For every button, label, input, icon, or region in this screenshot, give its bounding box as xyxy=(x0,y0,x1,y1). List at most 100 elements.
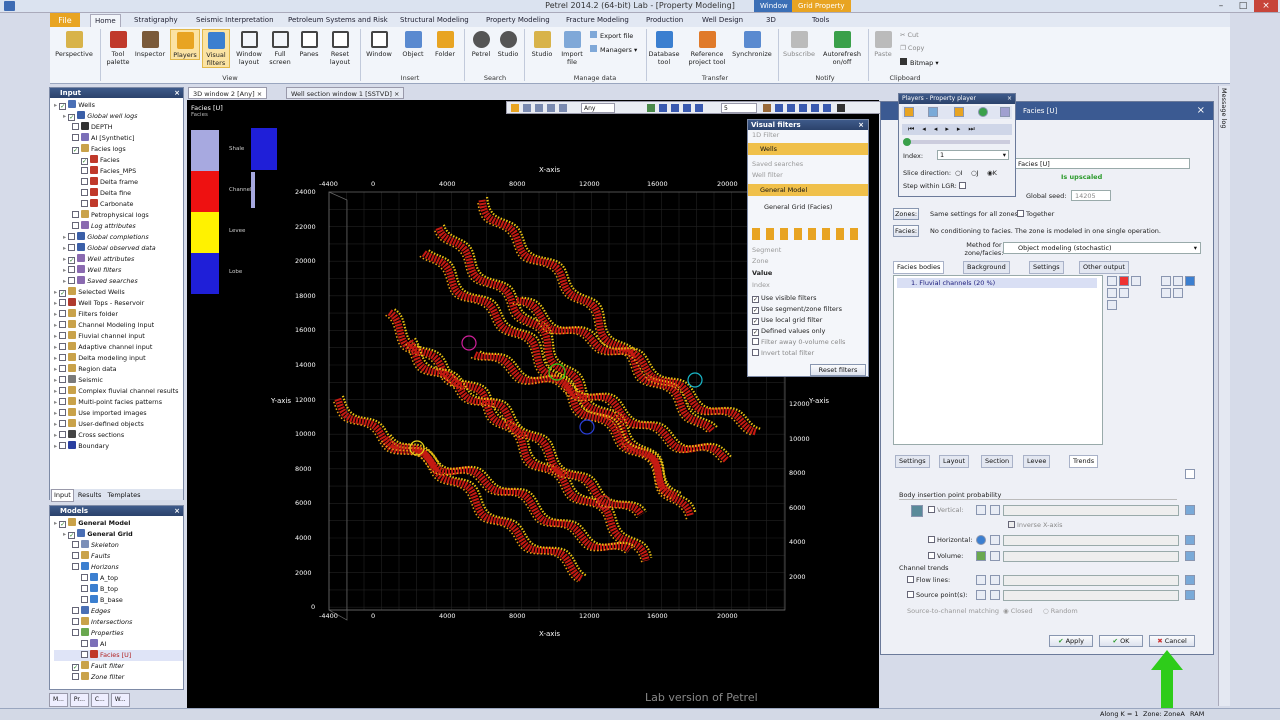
aspect-icon[interactable] xyxy=(683,104,691,112)
visibility-checkbox[interactable]: ✓ xyxy=(59,521,67,528)
visibility-checkbox[interactable] xyxy=(72,552,79,559)
visibility-checkbox[interactable] xyxy=(59,442,67,449)
tab-3d[interactable]: 3D xyxy=(766,14,776,27)
tree-item[interactable]: ▸ Multi-point facies patterns xyxy=(54,397,183,408)
arrow-icon[interactable] xyxy=(990,590,1000,600)
link-icon[interactable] xyxy=(1107,300,1117,310)
settings-icon[interactable] xyxy=(823,104,831,112)
tree-item[interactable]: B_base xyxy=(54,595,183,606)
tree-item[interactable]: ✓ Fault filter xyxy=(54,661,183,672)
screenshot-icon[interactable] xyxy=(837,104,845,112)
info-icon[interactable] xyxy=(1185,551,1195,561)
tree-item[interactable]: ▸ Region data xyxy=(54,364,183,375)
filter-dropdown[interactable]: Any xyxy=(581,103,615,113)
tree-item[interactable]: ▸ Global completions xyxy=(54,232,183,243)
tree-item[interactable]: Facies [U] xyxy=(54,650,183,661)
visibility-checkbox[interactable] xyxy=(59,299,67,306)
tree-item[interactable]: Zone filter xyxy=(54,672,183,683)
index-slider[interactable] xyxy=(903,138,1010,146)
visibility-checkbox[interactable] xyxy=(59,310,67,317)
visibility-checkbox[interactable] xyxy=(59,398,67,405)
zscale-input[interactable]: 5 xyxy=(721,103,757,113)
visibility-checkbox[interactable] xyxy=(72,673,79,680)
vertical-checkbox[interactable]: Vertical: xyxy=(928,506,964,514)
tab-stratigraphy[interactable]: Stratigraphy xyxy=(134,14,178,27)
settings-icon[interactable] xyxy=(1173,288,1183,298)
zoom-fit-icon[interactable] xyxy=(695,104,703,112)
tree-item[interactable]: ▸ Complex fluvial channel results xyxy=(54,386,183,397)
taskbar-item[interactable]: W... xyxy=(110,693,130,707)
help-icon[interactable] xyxy=(1185,276,1195,286)
property-select[interactable]: Facies [U] xyxy=(1015,158,1190,169)
checkbox[interactable] xyxy=(752,338,759,345)
tree-item[interactable]: Carbonate xyxy=(54,199,183,210)
cut-button[interactable]: ✂ Cut xyxy=(900,31,919,39)
filter-option-checkbox[interactable]: ✓ Use local grid filter xyxy=(752,316,822,325)
volume-mode-icon[interactable] xyxy=(976,551,986,561)
zones-button[interactable]: Zones: xyxy=(893,208,919,220)
visibility-checkbox[interactable] xyxy=(68,244,76,251)
global-seed-input[interactable]: 14205 xyxy=(1071,190,1111,201)
visibility-checkbox[interactable] xyxy=(72,123,79,130)
apply-button[interactable]: ✔ Apply xyxy=(1049,635,1093,647)
tree-item[interactable]: ▸ User-defined objects xyxy=(54,419,183,430)
reset-filters-button[interactable]: Reset filters xyxy=(810,364,866,376)
visibility-checkbox[interactable] xyxy=(59,354,67,361)
visibility-checkbox[interactable] xyxy=(72,134,79,141)
taskbar-item[interactable]: C... xyxy=(90,693,109,707)
tree-item[interactable]: ▸ ✓ Well attributes xyxy=(54,254,183,265)
visibility-checkbox[interactable] xyxy=(59,431,67,438)
context-tab-grid-property[interactable]: Grid Property xyxy=(792,0,851,12)
visibility-checkbox[interactable] xyxy=(72,629,79,636)
reset-layout-button[interactable]: Reset layout xyxy=(324,29,356,66)
visibility-checkbox[interactable]: ✓ xyxy=(68,532,76,539)
visibility-checkbox[interactable] xyxy=(59,420,67,427)
x-icon[interactable] xyxy=(1173,276,1183,286)
camera-icon[interactable] xyxy=(787,104,795,112)
visibility-checkbox[interactable]: ✓ xyxy=(81,158,88,165)
visual-filters-button[interactable]: Visual filters xyxy=(202,29,230,68)
volume-input[interactable] xyxy=(1003,551,1179,562)
random-radio[interactable]: ○ Random xyxy=(1043,607,1078,615)
tab-property-modeling[interactable]: Property Modeling xyxy=(486,14,550,27)
tab-well-section-window[interactable]: Well section window 1 [SSTVD] × xyxy=(286,87,405,99)
managers-button[interactable]: Managers ▾ xyxy=(590,45,637,54)
close-icon[interactable]: × xyxy=(257,90,262,98)
flow-lines-input[interactable] xyxy=(1003,575,1179,586)
filter-option-checkbox[interactable]: Invert total filter xyxy=(752,349,814,357)
tab-home[interactable]: Home xyxy=(90,14,121,27)
view-icon[interactable] xyxy=(535,104,543,112)
visibility-checkbox[interactable] xyxy=(81,200,88,207)
tree-item[interactable]: ▸ Boundary xyxy=(54,441,183,452)
tab-petroleum-systems[interactable]: Petroleum Systems and Risk xyxy=(288,14,388,27)
visibility-checkbox[interactable] xyxy=(81,574,88,581)
body-subtab[interactable]: Settings xyxy=(895,455,930,468)
copy-icon[interactable] xyxy=(1131,276,1141,286)
cancel-button[interactable]: ✖ Cancel xyxy=(1149,635,1195,647)
visibility-checkbox[interactable] xyxy=(59,376,67,383)
visibility-checkbox[interactable] xyxy=(81,178,88,185)
tree-item[interactable]: B_top xyxy=(54,584,183,595)
tree-item[interactable]: Delta frame xyxy=(54,177,183,188)
tree-item[interactable]: DEPTH xyxy=(54,122,183,133)
taskbar-item[interactable]: Pr... xyxy=(69,693,89,707)
together-checkbox[interactable]: Together xyxy=(1017,210,1054,218)
info-icon[interactable] xyxy=(1185,535,1195,545)
panes-button[interactable]: Panes xyxy=(296,29,322,58)
tree-item[interactable]: A_top xyxy=(54,573,183,584)
dialog-tab[interactable]: Background xyxy=(963,261,1010,274)
visibility-checkbox[interactable] xyxy=(59,365,67,372)
tree-item[interactable]: Horizons xyxy=(54,562,183,573)
snap-icon[interactable] xyxy=(811,104,819,112)
visibility-checkbox[interactable]: ✓ xyxy=(68,257,76,264)
tree-item[interactable]: AI xyxy=(54,639,183,650)
folder-button[interactable]: Folder xyxy=(430,29,460,58)
tree-item[interactable]: ▸ Channel Modeling Input xyxy=(54,320,183,331)
tree-item[interactable]: ▸ Well Tops - Reservoir xyxy=(54,298,183,309)
filter-option-checkbox[interactable]: Filter away 0-volume cells xyxy=(752,338,845,346)
window-button[interactable]: Window xyxy=(364,29,394,58)
checkbox[interactable]: ✓ xyxy=(752,329,759,336)
visibility-checkbox[interactable] xyxy=(68,233,76,240)
speed-icon[interactable] xyxy=(1000,107,1010,117)
tab-tools[interactable]: Tools xyxy=(812,14,829,27)
